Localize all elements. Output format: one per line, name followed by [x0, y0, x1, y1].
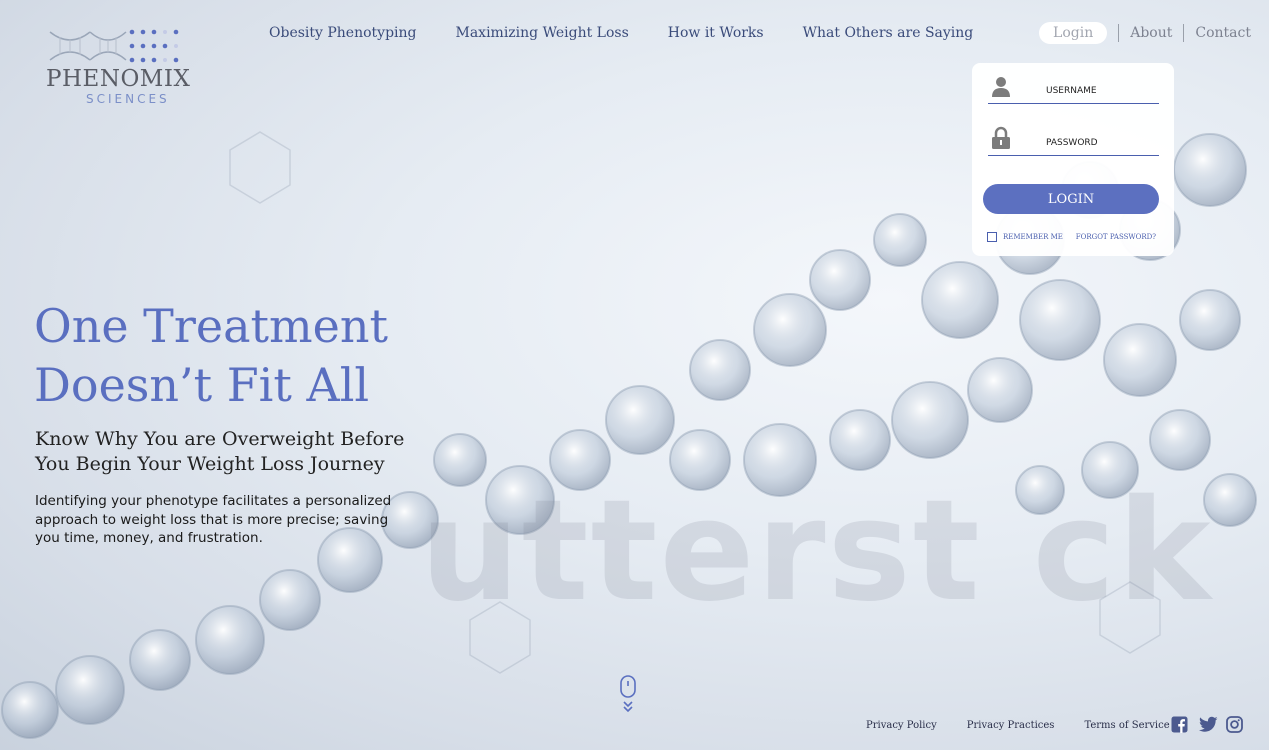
password-field — [988, 115, 1159, 156]
logo-subtitle: SCIENCES — [86, 92, 170, 106]
contact-link[interactable]: Contact — [1195, 25, 1251, 41]
terms-of-service-link[interactable]: Terms of Service — [1084, 720, 1169, 731]
hero-body-text: Identifying your phenotype facilitates a… — [35, 493, 392, 546]
footer-links: Privacy Policy Privacy Practices Terms o… — [866, 720, 1200, 731]
divider — [1118, 24, 1120, 42]
dna-logo-icon — [49, 29, 179, 63]
login-submit-button[interactable]: LOGIN — [983, 184, 1159, 214]
hero-title-line-1: One Treatment — [34, 299, 388, 353]
facebook-icon[interactable] — [1171, 716, 1188, 733]
privacy-policy-link[interactable]: Privacy Policy — [866, 720, 937, 731]
privacy-practices-link[interactable]: Privacy Practices — [967, 720, 1055, 731]
nav-how-it-works[interactable]: How it Works — [668, 25, 764, 41]
checkbox-box[interactable] — [987, 232, 997, 242]
nav-what-others-are-saying[interactable]: What Others are Saying — [803, 25, 974, 41]
login-toggle-button[interactable]: Login — [1039, 22, 1108, 44]
scroll-down-icon[interactable] — [619, 675, 637, 715]
lock-icon — [992, 126, 1010, 149]
username-input[interactable] — [1044, 85, 1156, 97]
twitter-icon[interactable] — [1199, 716, 1218, 733]
hero-subtitle: Know Why You are Overweight Before You B… — [35, 428, 405, 475]
watermark-text: utterst ck — [420, 470, 1213, 633]
divider — [1183, 24, 1185, 42]
username-field — [988, 63, 1159, 104]
nav-obesity-phenotyping[interactable]: Obesity Phenotyping — [269, 25, 417, 41]
about-link[interactable]: About — [1130, 25, 1172, 41]
top-right-links: Login About Contact — [1039, 22, 1251, 44]
logo-wordmark: PHENOMIX — [46, 66, 191, 92]
main-nav: Obesity Phenotyping Maximizing Weight Lo… — [269, 25, 1012, 41]
remember-me-checkbox[interactable]: REMEMBER ME — [987, 232, 1063, 242]
user-icon — [992, 77, 1010, 97]
hero-title: One Treatment Doesn’t Fit All — [34, 297, 388, 415]
hero-title-line-2: Doesn’t Fit All — [34, 358, 370, 412]
phenomix-logo[interactable]: PHENOMIX SCIENCES — [46, 26, 196, 106]
login-panel: LOGIN REMEMBER ME FORGOT PASSWORD? — [972, 63, 1174, 256]
instagram-icon[interactable] — [1226, 716, 1243, 733]
forgot-password-link[interactable]: FORGOT PASSWORD? — [1076, 233, 1156, 241]
remember-me-label: REMEMBER ME — [1003, 233, 1063, 241]
password-input[interactable] — [1044, 137, 1156, 149]
nav-maximizing-weight-loss[interactable]: Maximizing Weight Loss — [456, 25, 629, 41]
